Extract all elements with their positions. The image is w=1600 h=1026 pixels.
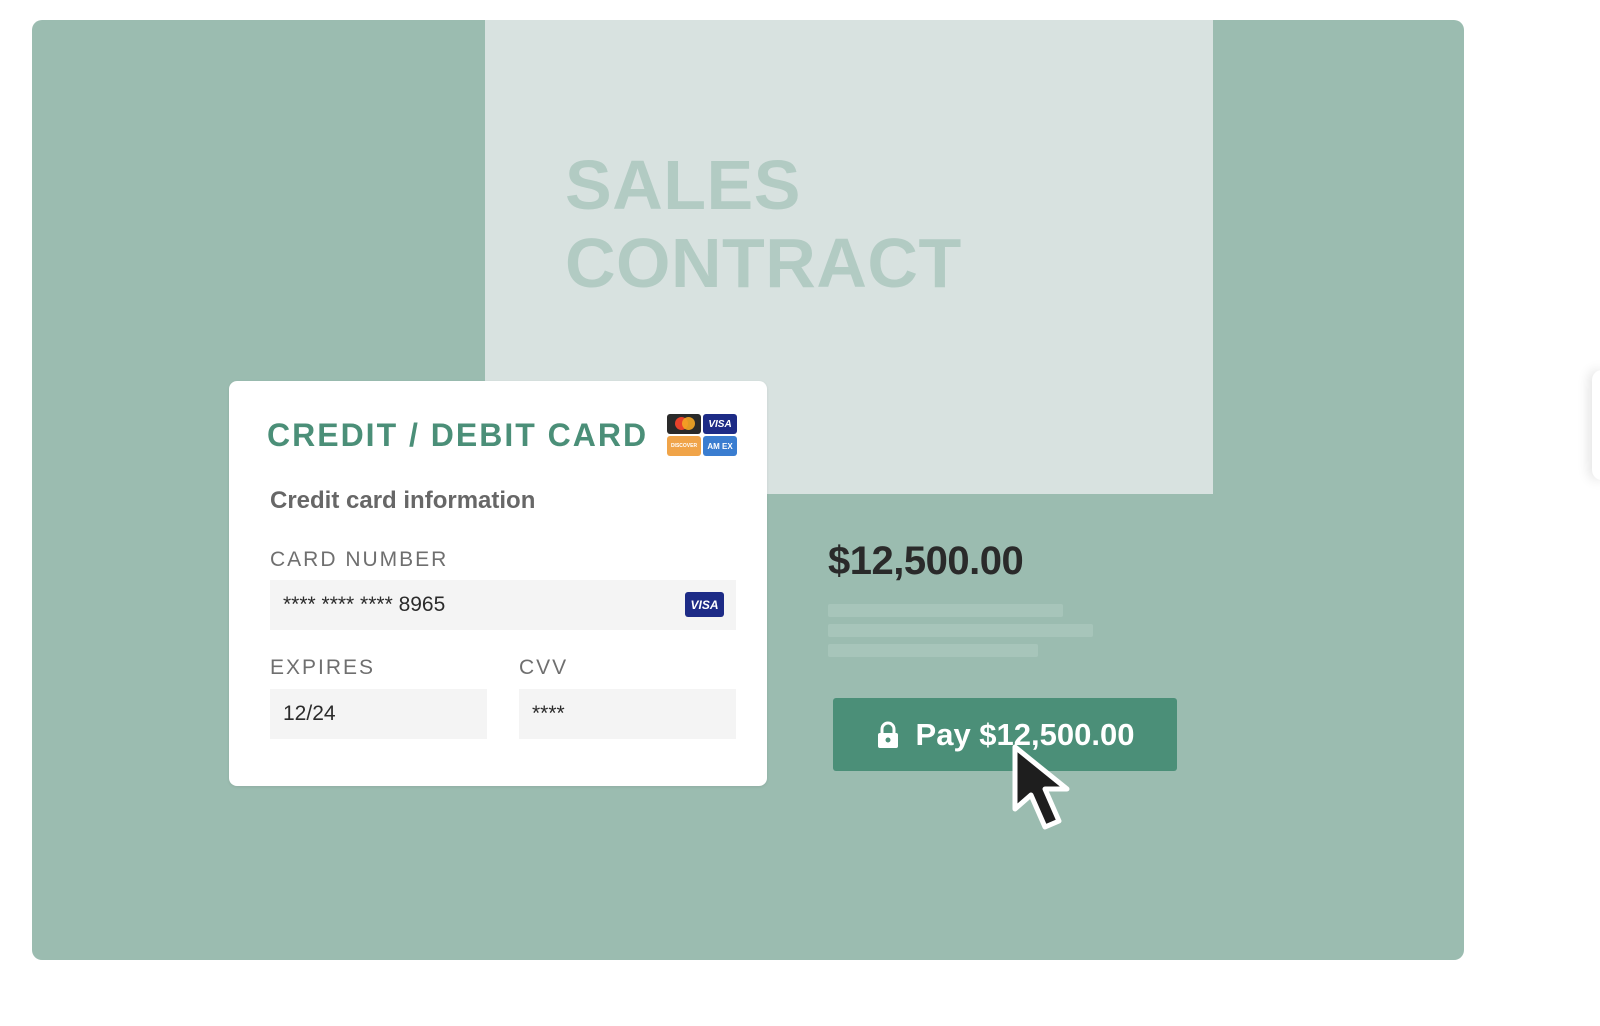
visa-icon: VISA (685, 592, 724, 617)
pay-button[interactable]: Pay $12,500.00 (833, 698, 1177, 771)
mastercard-icon (667, 414, 701, 434)
expires-label: EXPIRES (270, 656, 376, 679)
payment-method-title: CREDIT / DEBIT CARD (267, 417, 649, 453)
document-title: SALES CONTRACT (565, 146, 962, 302)
card-info-heading: Credit card information (270, 487, 536, 514)
discover-icon: DISCOVER (667, 436, 701, 456)
total-amount: $12,500.00 (828, 539, 1024, 583)
card-number-field[interactable]: **** **** **** 8965 VISA (270, 580, 736, 630)
placeholder-text-line (828, 604, 1063, 617)
cvv-field[interactable]: **** (519, 689, 736, 739)
expires-value: 12/24 (283, 702, 336, 725)
cvv-value: **** (532, 702, 565, 725)
checkout-stage: SALES CONTRACT CREDIT / DEBIT CARD VISA … (32, 20, 1464, 960)
expires-field[interactable]: 12/24 (270, 689, 487, 739)
amex-icon: AM EX (703, 436, 737, 456)
accepted-cards: VISA DISCOVER AM EX (667, 414, 737, 456)
payment-card-form: CREDIT / DEBIT CARD VISA DISCOVER AM EX … (229, 381, 767, 786)
visa-icon: VISA (703, 414, 737, 434)
lock-icon (877, 721, 898, 748)
card-number-label: CARD NUMBER (270, 548, 449, 571)
cvv-label: CVV (519, 656, 569, 679)
placeholder-text-line (828, 644, 1038, 657)
card-number-value: **** **** **** 8965 (283, 593, 446, 616)
side-panel-edge (1592, 370, 1600, 480)
mouse-pointer-icon (1012, 744, 1070, 830)
placeholder-text-line (828, 624, 1093, 637)
